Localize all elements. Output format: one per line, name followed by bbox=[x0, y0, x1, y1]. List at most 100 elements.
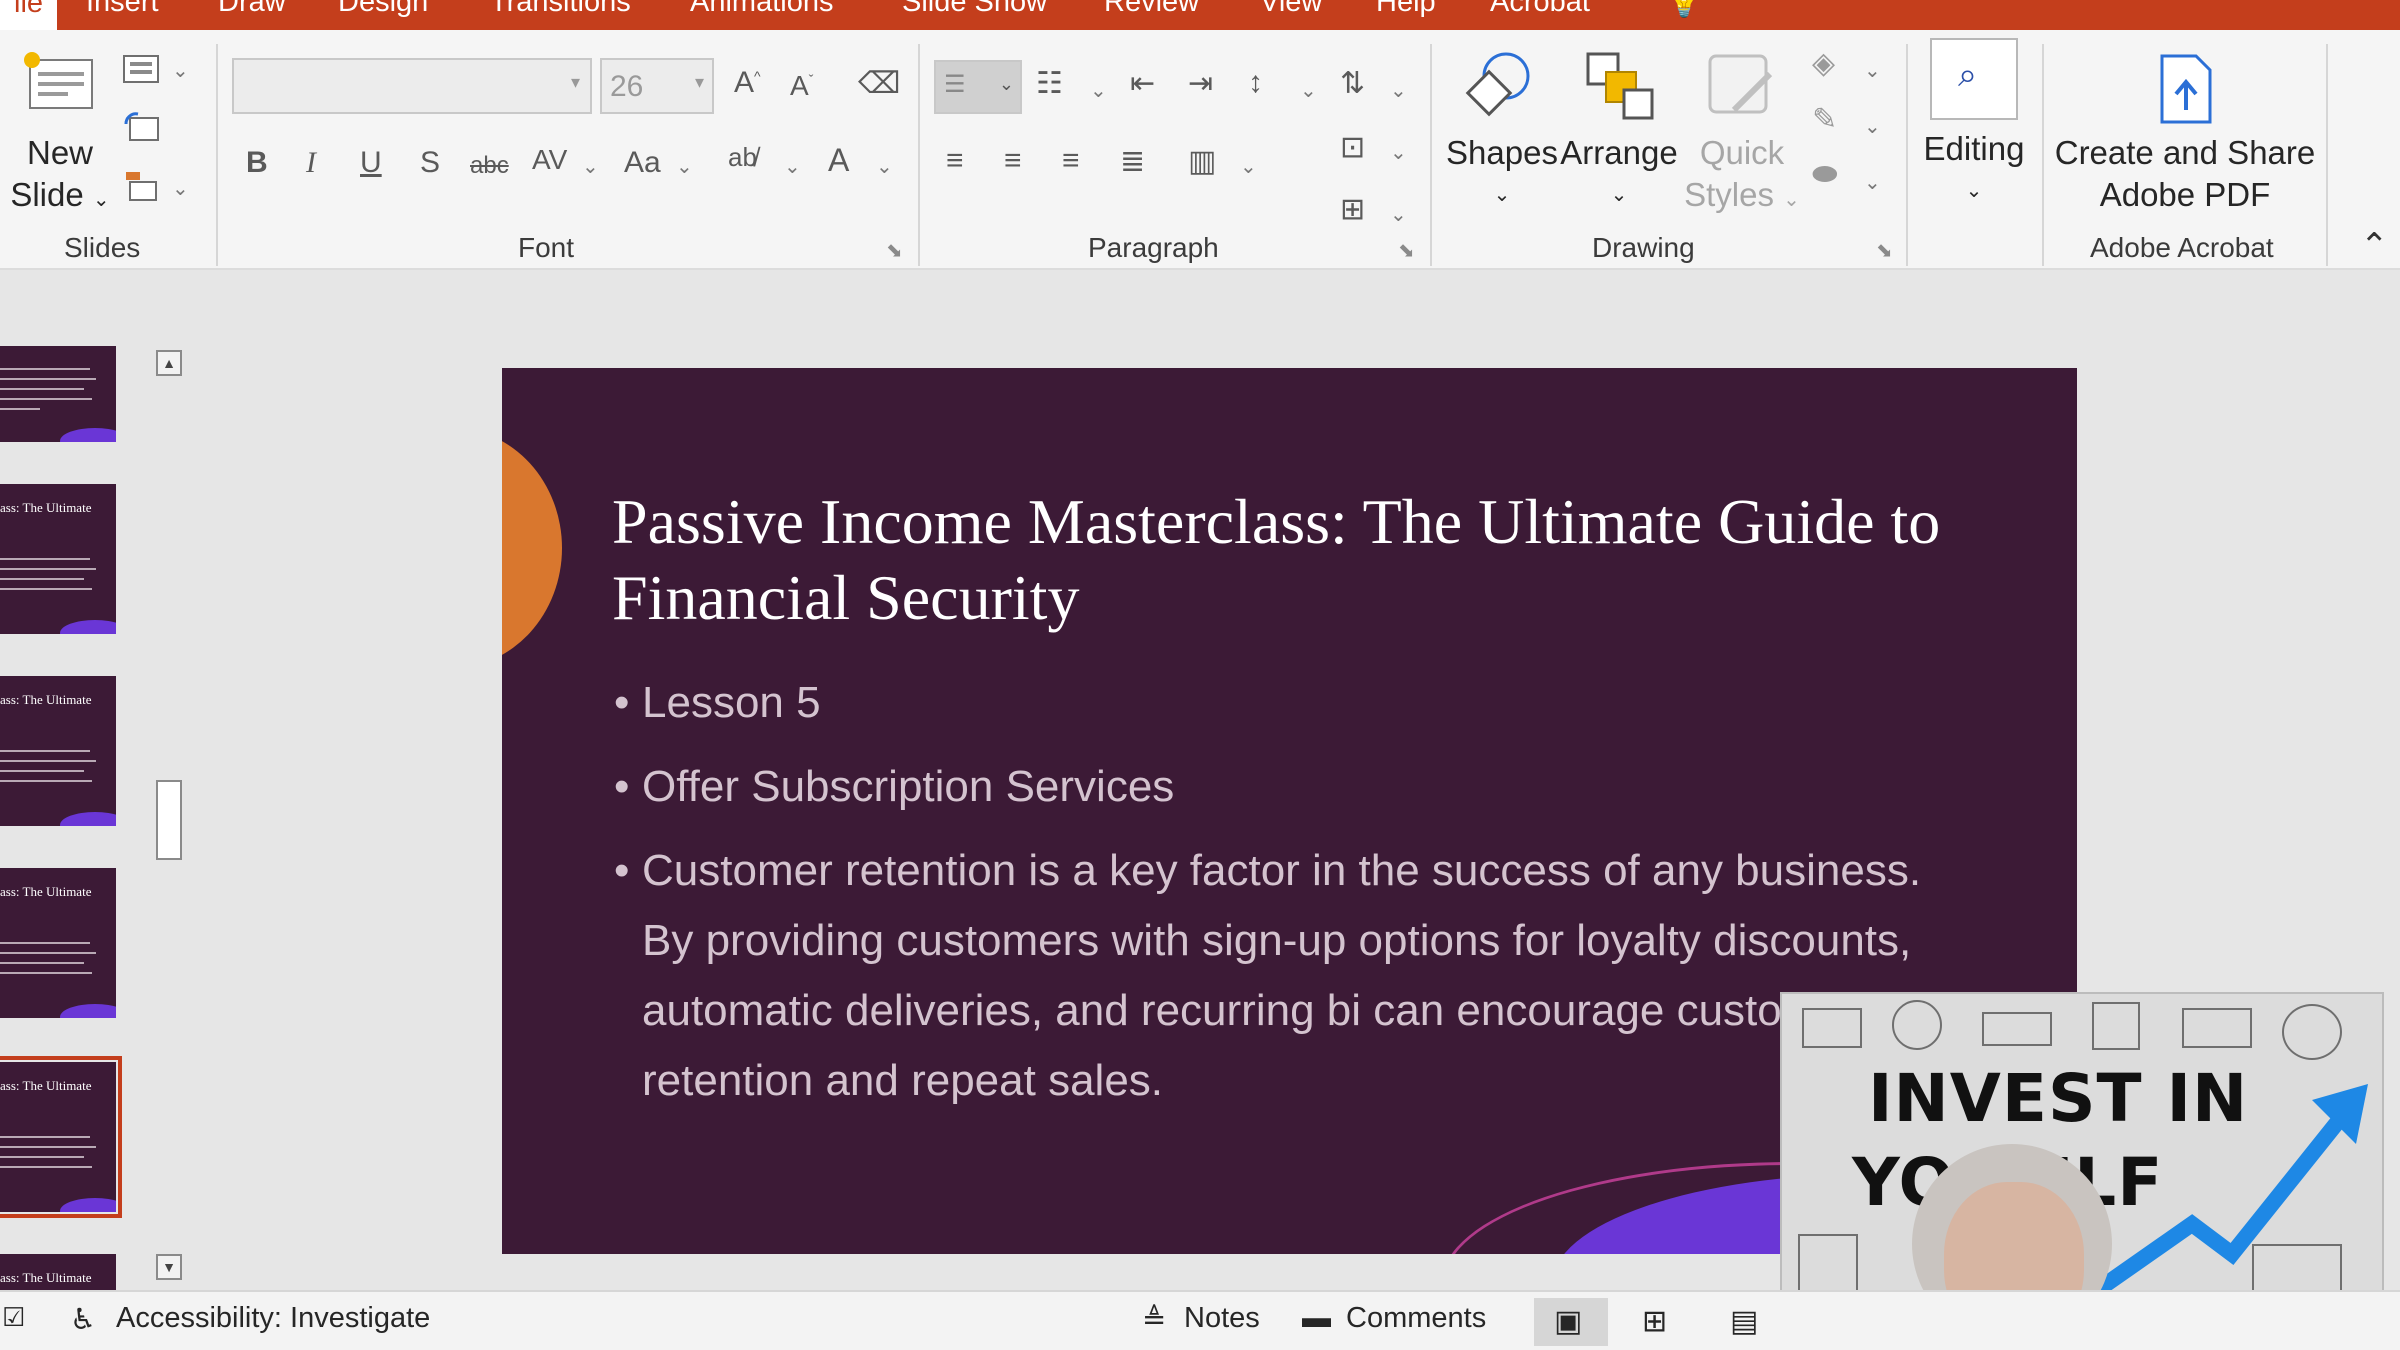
underline-icon[interactable]: U bbox=[360, 146, 382, 180]
notes-icon[interactable]: ≜ bbox=[1142, 1302, 1166, 1337]
slide-sorter-button[interactable]: ⊞ bbox=[1622, 1298, 1696, 1346]
chevron-down-icon: ⌄ bbox=[1610, 184, 1628, 206]
editing-find-box[interactable]: ⌕ bbox=[1930, 38, 2018, 120]
chevron-down-icon[interactable]: ⌄ bbox=[1864, 58, 1881, 83]
chevron-down-icon[interactable]: ⌄ bbox=[1090, 78, 1107, 103]
shadow-icon[interactable]: S bbox=[420, 146, 440, 180]
clear-formatting-icon[interactable]: ⌫ bbox=[858, 66, 900, 101]
shapes-button[interactable]: Shapes ⌄ bbox=[1446, 132, 1558, 216]
thumbnails-scrollbar[interactable]: ▲ ▼ bbox=[156, 350, 182, 1280]
strikethrough-icon[interactable]: abc bbox=[470, 152, 509, 180]
reading-view-button[interactable]: ▤ bbox=[1710, 1298, 1784, 1346]
font-dialog-launcher-icon[interactable]: ⬊ bbox=[886, 238, 903, 263]
slide-title[interactable]: Passive Income Masterclass: The Ultimate… bbox=[612, 484, 2032, 636]
chevron-down-icon[interactable]: ⌄ bbox=[1390, 202, 1407, 227]
collapse-ribbon-icon[interactable]: ⌃ bbox=[2360, 226, 2389, 266]
reset-slide-icon[interactable] bbox=[122, 110, 162, 146]
chevron-down-icon[interactable]: ⌄ bbox=[172, 176, 189, 201]
align-text-icon[interactable]: ⊡ bbox=[1340, 130, 1365, 165]
change-case-icon[interactable]: Aa bbox=[624, 146, 661, 180]
bullets-button[interactable]: ☰ ⌄ bbox=[934, 60, 1022, 114]
comments-button[interactable]: Comments bbox=[1346, 1302, 1486, 1335]
new-slide-button[interactable]: New Slide ⌄ bbox=[0, 132, 120, 221]
section-icon[interactable] bbox=[122, 168, 162, 204]
arrange-button[interactable]: Arrange ⌄ bbox=[1558, 132, 1680, 216]
slide-thumbnail[interactable]: ass: The Ultimate bbox=[0, 868, 116, 1018]
columns-icon[interactable]: ▥ bbox=[1188, 144, 1216, 179]
create-pdf-icon[interactable] bbox=[2152, 50, 2224, 130]
decrease-indent-icon[interactable]: ⇤ bbox=[1130, 66, 1155, 101]
arrange-icon[interactable] bbox=[1584, 50, 1656, 122]
chevron-down-icon[interactable]: ⌄ bbox=[1390, 140, 1407, 165]
drawing-dialog-launcher-icon[interactable]: ⬊ bbox=[1876, 238, 1893, 263]
tab-transitions[interactable]: Transitions bbox=[490, 0, 631, 19]
align-left-icon[interactable]: ≡ bbox=[946, 144, 964, 178]
slide-thumbnail[interactable]: ass: The Ultimate bbox=[0, 676, 116, 826]
shape-fill-icon[interactable]: ◈ bbox=[1812, 46, 1835, 81]
chevron-down-icon[interactable]: ⌄ bbox=[1864, 170, 1881, 195]
scroll-up-icon[interactable]: ▲ bbox=[156, 350, 182, 376]
chevron-down-icon[interactable]: ⌄ bbox=[172, 58, 189, 83]
chevron-down-icon[interactable]: ⌄ bbox=[1390, 78, 1407, 103]
comments-icon[interactable]: ▬ bbox=[1302, 1302, 1331, 1335]
increase-font-size-icon[interactable]: A^ bbox=[734, 66, 761, 100]
tab-help[interactable]: Help bbox=[1376, 0, 1436, 19]
tab-slide-show[interactable]: Slide Show bbox=[902, 0, 1047, 19]
slide-thumbnail[interactable] bbox=[0, 346, 116, 442]
text-direction-icon[interactable]: ⇅ bbox=[1340, 66, 1365, 101]
tab-view[interactable]: View bbox=[1260, 0, 1322, 19]
chevron-down-icon[interactable]: ⌄ bbox=[1240, 154, 1257, 179]
smartart-icon[interactable]: ⊞ bbox=[1340, 192, 1365, 227]
chevron-down-icon[interactable]: ⌄ bbox=[1864, 114, 1881, 139]
font-size-combobox[interactable]: 26 ▾ bbox=[600, 58, 714, 114]
chevron-down-icon[interactable]: ⌄ bbox=[676, 154, 693, 179]
numbering-icon[interactable]: ☷ bbox=[1036, 66, 1063, 101]
chevron-down-icon[interactable]: ⌄ bbox=[1300, 78, 1317, 103]
character-spacing-icon[interactable]: AV bbox=[532, 144, 567, 176]
tab-draw[interactable]: Draw bbox=[218, 0, 286, 19]
italic-icon[interactable]: I bbox=[306, 146, 316, 180]
scrollbar-thumb[interactable] bbox=[156, 780, 182, 860]
accessibility-icon[interactable]: ♿ bbox=[70, 1302, 96, 1337]
quick-styles-icon[interactable] bbox=[1704, 50, 1780, 126]
paragraph-dialog-launcher-icon[interactable]: ⬊ bbox=[1398, 238, 1415, 263]
editing-button[interactable]: Editing ⌄ bbox=[1904, 128, 2044, 212]
chevron-down-icon[interactable]: ⌄ bbox=[784, 154, 801, 179]
font-color-icon[interactable]: A bbox=[828, 142, 849, 179]
highlight-icon[interactable]: ab̸ bbox=[728, 142, 757, 173]
align-right-icon[interactable]: ≡ bbox=[1062, 144, 1080, 178]
shapes-icon[interactable] bbox=[1462, 48, 1538, 124]
layout-icon[interactable] bbox=[122, 52, 162, 86]
create-share-pdf-button[interactable]: Create and Share Adobe PDF bbox=[2050, 132, 2320, 216]
scroll-down-icon[interactable]: ▼ bbox=[156, 1254, 182, 1280]
accessibility-status[interactable]: Accessibility: Investigate bbox=[116, 1302, 430, 1335]
decrease-font-size-icon[interactable]: Aˇ bbox=[790, 70, 813, 102]
shape-effects-icon[interactable]: ⬬ bbox=[1812, 158, 1838, 192]
lightbulb-icon[interactable]: 💡 bbox=[1666, 0, 1702, 20]
new-slide-icon[interactable] bbox=[20, 50, 96, 112]
justify-icon[interactable]: ≣ bbox=[1120, 144, 1145, 179]
tab-insert[interactable]: Insert bbox=[86, 0, 159, 19]
tab-animations[interactable]: Animations bbox=[690, 0, 833, 19]
line-spacing-icon[interactable]: ↕ bbox=[1248, 66, 1263, 100]
tab-review[interactable]: Review bbox=[1104, 0, 1199, 19]
spelling-check-icon[interactable]: ☑ bbox=[2, 1302, 25, 1333]
tab-file[interactable]: ile bbox=[0, 0, 58, 30]
font-name-combobox[interactable]: ▾ bbox=[232, 58, 592, 114]
chevron-down-icon[interactable]: ⌄ bbox=[876, 154, 893, 179]
align-center-icon[interactable]: ≡ bbox=[1004, 144, 1022, 178]
notes-button[interactable]: Notes bbox=[1184, 1302, 1260, 1335]
normal-view-button[interactable]: ▣ bbox=[1534, 1298, 1608, 1346]
slide-bullet-list[interactable]: Lesson 5 Offer Subscription Services Cus… bbox=[612, 668, 1942, 1130]
bold-icon[interactable]: B bbox=[246, 146, 268, 180]
tab-acrobat[interactable]: Acrobat bbox=[1490, 0, 1590, 19]
bullet-item: Lesson 5 bbox=[612, 668, 1942, 738]
tab-design[interactable]: Design bbox=[338, 0, 428, 19]
slide-thumbnail[interactable]: ass: The Ultimate bbox=[0, 1254, 116, 1294]
quick-styles-button[interactable]: Quick Styles ⌄ bbox=[1680, 132, 1804, 221]
increase-indent-icon[interactable]: ⇥ bbox=[1188, 66, 1213, 101]
slide-thumbnail-selected[interactable]: ass: The Ultimate bbox=[0, 1056, 122, 1218]
shape-outline-icon[interactable]: ✎ bbox=[1812, 102, 1837, 137]
chevron-down-icon[interactable]: ⌄ bbox=[582, 154, 599, 179]
slide-thumbnail[interactable]: ass: The Ultimate bbox=[0, 484, 116, 634]
